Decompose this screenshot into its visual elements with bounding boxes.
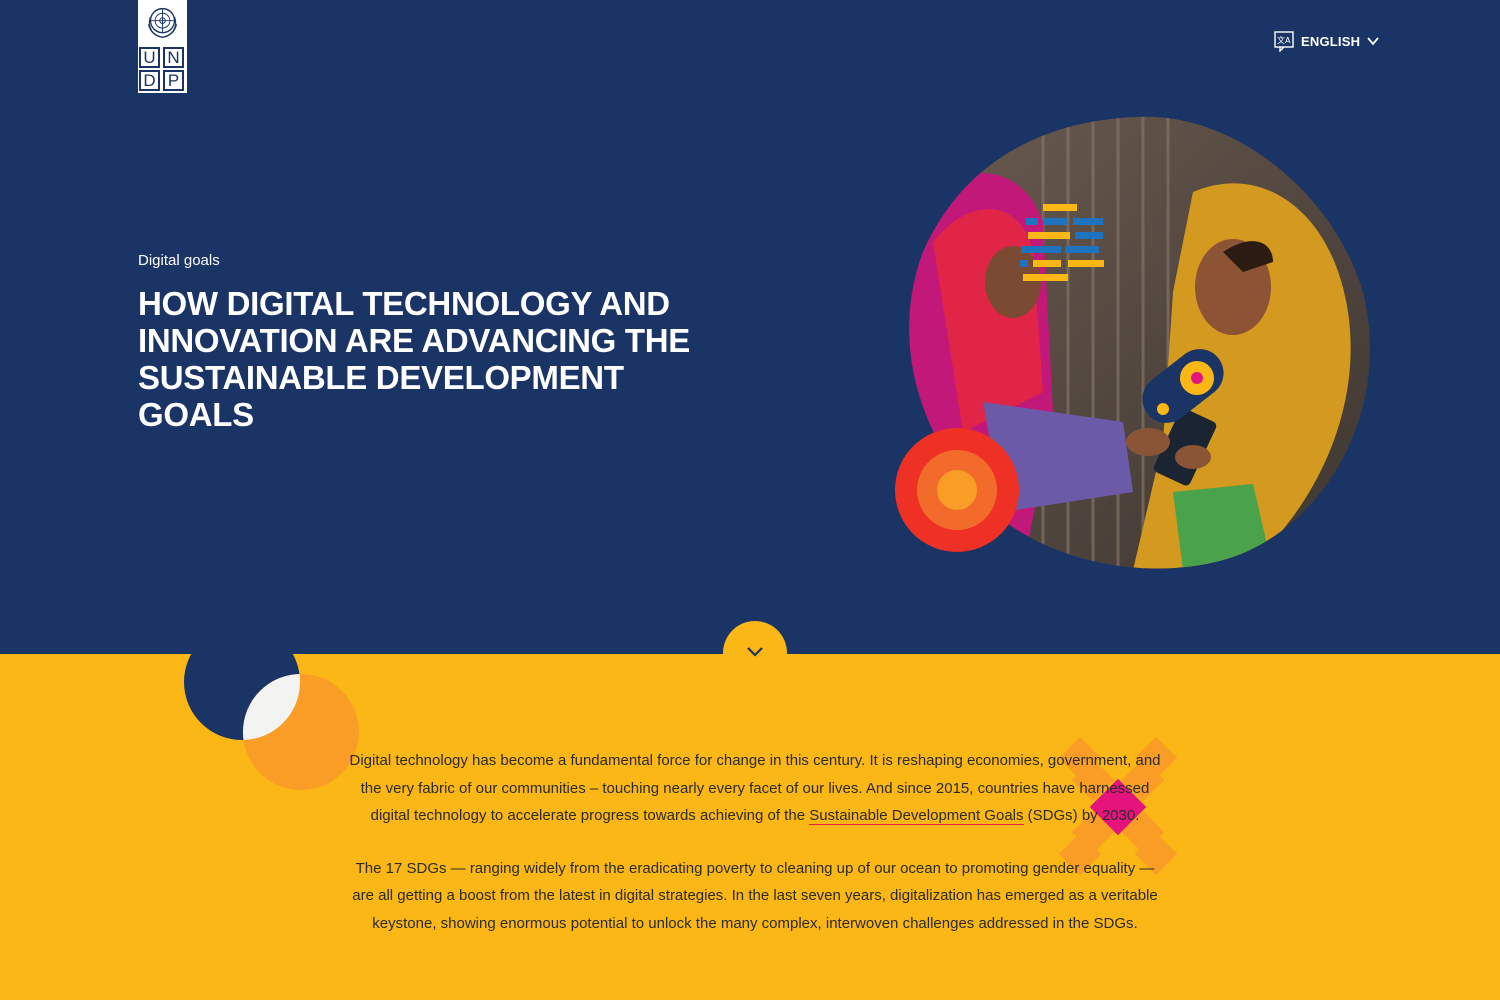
- hero-photo-illustration: [895, 116, 1371, 569]
- intro-paragraph-2: The 17 SDGs — ranging widely from the er…: [352, 859, 1158, 932]
- language-label: ENGLISH: [1301, 33, 1361, 49]
- svg-text:文A: 文A: [1277, 35, 1291, 45]
- chevron-down-icon: [747, 647, 763, 657]
- logo-letter-u: U: [139, 47, 160, 68]
- page-title: HOW DIGITAL TECHNOLOGY AND INNOVATION AR…: [138, 285, 690, 433]
- translate-icon: 文A: [1274, 30, 1294, 52]
- intro-text: Digital technology has become a fundamen…: [348, 747, 1162, 962]
- chevron-down-icon: [1367, 37, 1379, 46]
- logo-letter-p: P: [163, 70, 184, 91]
- scroll-down-button[interactable]: [723, 621, 787, 685]
- intro-text-part: (SDGs) by 2030.: [1023, 807, 1140, 824]
- language-selector[interactable]: 文A ENGLISH: [1274, 30, 1380, 52]
- logo-letter-d: D: [139, 70, 160, 91]
- circles-decoration: [184, 654, 359, 790]
- undp-logo[interactable]: U N D P: [138, 0, 187, 93]
- logo-letter-n: N: [163, 47, 184, 68]
- target-circles-graphic: [895, 428, 1019, 552]
- intro-paragraph-1: Digital technology has become a fundamen…: [348, 747, 1162, 830]
- hero-section: U N D P 文A ENGLISH Digital goals HOW DIG…: [0, 0, 1500, 654]
- un-emblem-icon: [147, 7, 178, 39]
- sdgs-link[interactable]: Sustainable Development Goals: [809, 807, 1024, 825]
- eyebrow-label: Digital goals: [138, 252, 220, 269]
